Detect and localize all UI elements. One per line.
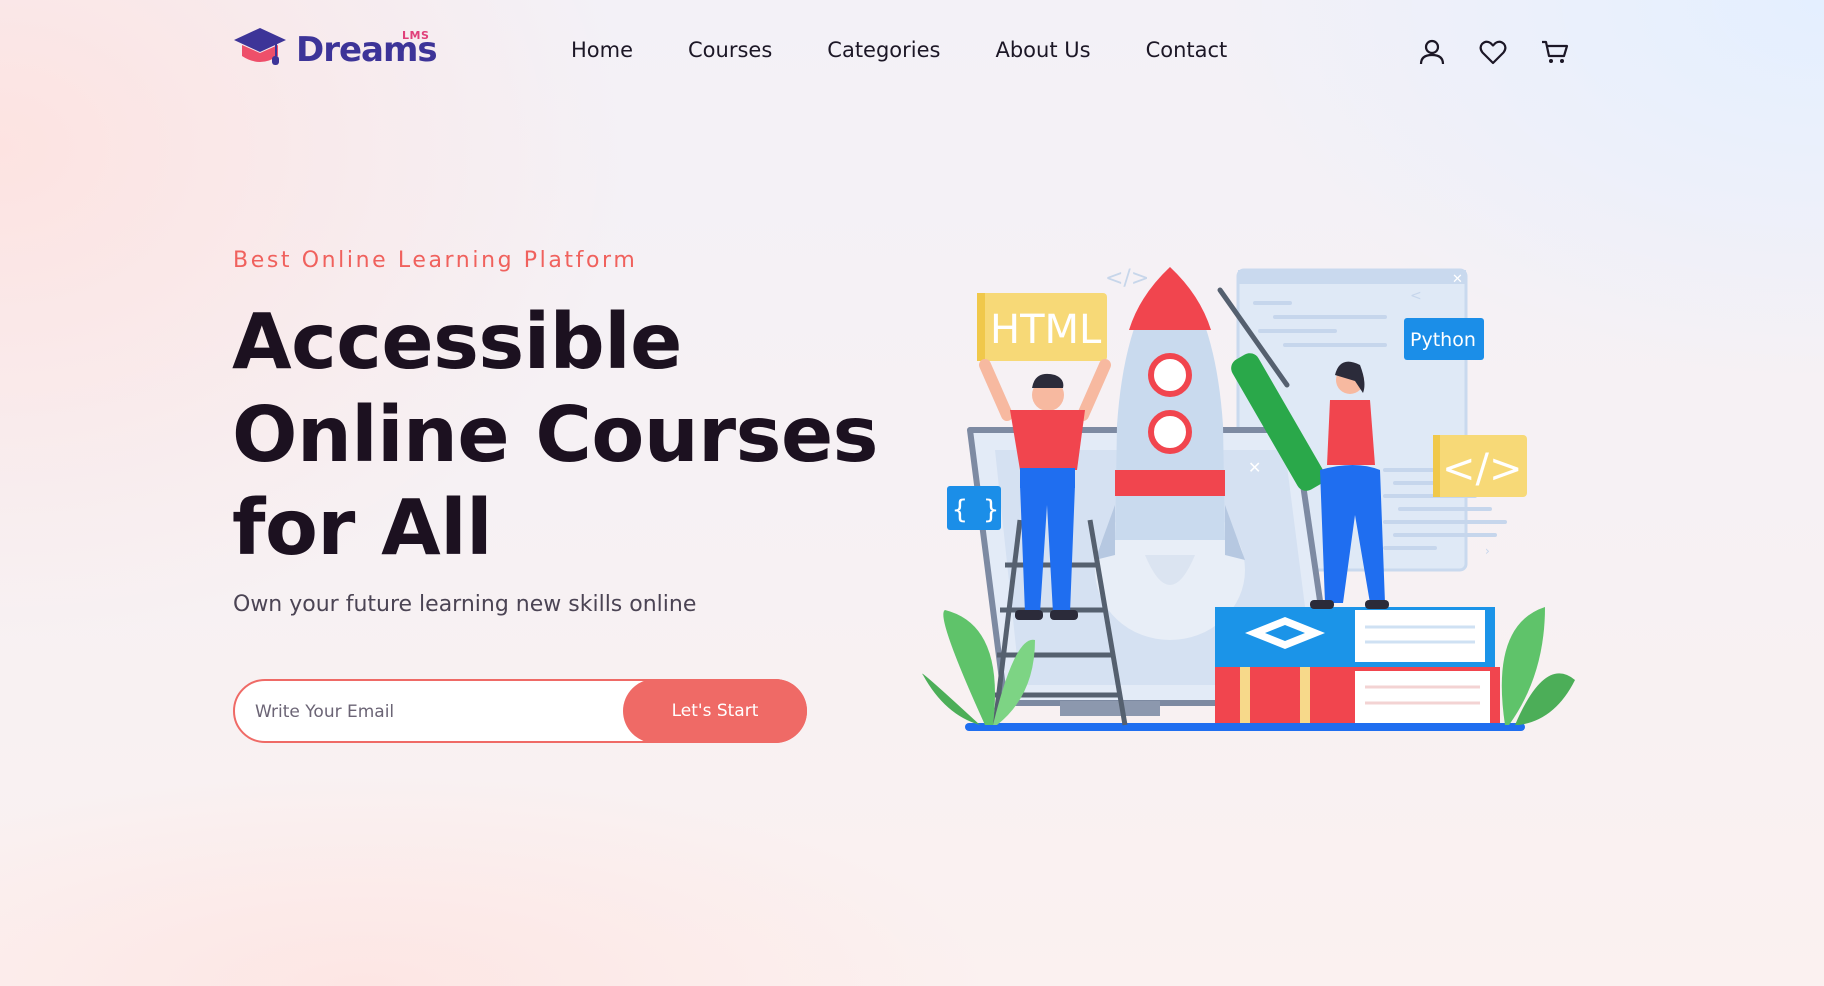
html-tag: HTML bbox=[990, 307, 1102, 353]
user-icon[interactable] bbox=[1417, 37, 1447, 67]
nav-home[interactable]: Home bbox=[571, 38, 633, 62]
headline-line-1: Accessible bbox=[232, 298, 682, 387]
rocket-illustration: </> bbox=[1095, 266, 1245, 640]
email-signup-form: Let's Start bbox=[233, 679, 807, 743]
ground-line bbox=[965, 723, 1525, 731]
braces-tag: { } bbox=[952, 495, 999, 525]
nav-categories[interactable]: Categories bbox=[827, 38, 940, 62]
cart-icon[interactable] bbox=[1540, 37, 1570, 67]
nav-contact[interactable]: Contact bbox=[1146, 38, 1228, 62]
svg-text:✕: ✕ bbox=[1248, 458, 1261, 477]
svg-text:<: < bbox=[1410, 288, 1422, 304]
svg-text:✕: ✕ bbox=[1452, 272, 1463, 287]
heart-icon[interactable] bbox=[1478, 37, 1508, 67]
hero-eyebrow: Best Online Learning Platform bbox=[233, 248, 638, 273]
graduation-cap-icon bbox=[234, 28, 286, 65]
hero-illustration: ✕ < › ✕ </> HTML Python </> {} bbox=[922, 266, 1575, 731]
code-tag: </> bbox=[1442, 446, 1523, 492]
svg-text:›: › bbox=[1485, 544, 1490, 558]
lets-start-button[interactable]: Let's Start bbox=[623, 679, 807, 743]
hero-subhead: Own your future learning new skills onli… bbox=[233, 592, 697, 617]
braces-badge: { } bbox=[947, 486, 1001, 530]
python-badge: Python bbox=[1404, 318, 1484, 360]
svg-text:</>: </> bbox=[1105, 266, 1149, 291]
books-stack bbox=[1215, 607, 1500, 727]
plant-right bbox=[1501, 607, 1575, 725]
main-nav: Home Courses Categories About Us Contact bbox=[571, 38, 1227, 62]
headline-line-3: for All bbox=[232, 484, 493, 573]
code-badge: </> bbox=[1433, 435, 1527, 497]
python-tag: Python bbox=[1410, 329, 1476, 351]
email-input[interactable] bbox=[253, 681, 637, 743]
brand-superscript: LMS bbox=[402, 29, 430, 42]
headline-line-2: Online Courses bbox=[232, 391, 879, 480]
nav-courses[interactable]: Courses bbox=[688, 38, 772, 62]
nav-about-us[interactable]: About Us bbox=[995, 38, 1090, 62]
brand-logo[interactable]: Dreams LMS bbox=[232, 26, 438, 78]
hero-headline: Accessible Online Courses for All bbox=[232, 296, 879, 575]
